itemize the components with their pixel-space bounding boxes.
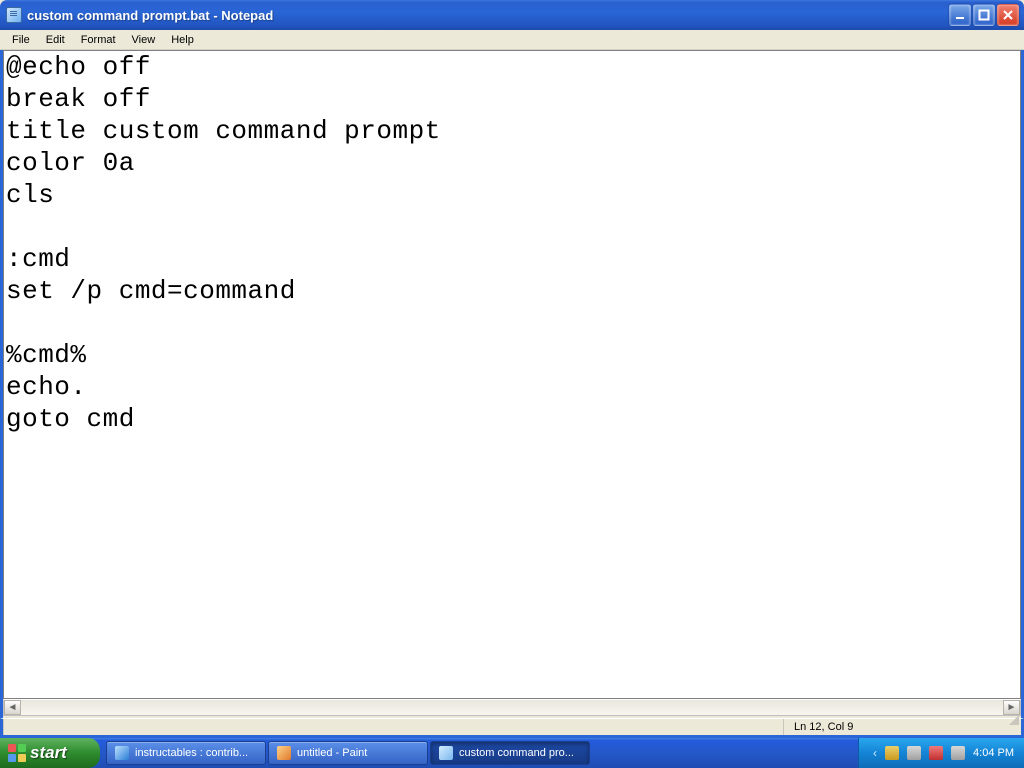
taskbar-item-notepad[interactable]: custom command pro... (430, 741, 590, 765)
minimize-icon (954, 9, 966, 21)
security-shield-icon[interactable] (885, 746, 899, 760)
maximize-icon (978, 9, 990, 21)
window-controls (949, 4, 1019, 26)
statusbar: Ln 12, Col 9 (0, 718, 1024, 738)
window-title: custom command prompt.bat - Notepad (27, 8, 273, 23)
close-button[interactable] (997, 4, 1019, 26)
menu-view[interactable]: View (124, 32, 164, 48)
tray-expand-button[interactable]: ‹ (873, 746, 877, 760)
taskbar-item-paint[interactable]: untitled - Paint (268, 741, 428, 765)
windows-logo-icon (8, 744, 26, 762)
menu-file[interactable]: File (4, 32, 38, 48)
taskbar-item-label: custom command pro... (459, 747, 574, 759)
taskbar-items: instructables : contrib... untitled - Pa… (100, 738, 858, 768)
close-icon (1002, 9, 1014, 21)
notepad-icon (6, 7, 22, 23)
menu-help[interactable]: Help (163, 32, 202, 48)
minimize-button[interactable] (949, 4, 971, 26)
text-editor[interactable]: @echo off break off title custom command… (3, 50, 1021, 699)
taskbar-item-label: untitled - Paint (297, 747, 367, 759)
window-titlebar: custom command prompt.bat - Notepad (0, 0, 1024, 30)
statusbar-pane-left (3, 719, 783, 735)
statusbar-position: Ln 12, Col 9 (783, 719, 1003, 735)
taskbar-clock[interactable]: 4:04 PM (973, 747, 1014, 759)
maximize-button[interactable] (973, 4, 995, 26)
taskbar-item-instructables[interactable]: instructables : contrib... (106, 741, 266, 765)
scroll-left-button[interactable]: ◄ (4, 700, 21, 715)
taskbar-item-label: instructables : contrib... (135, 747, 248, 759)
scroll-right-button[interactable]: ► (1003, 700, 1020, 715)
start-label: start (30, 743, 67, 763)
tray-icon[interactable] (929, 746, 943, 760)
menu-format[interactable]: Format (73, 32, 124, 48)
menu-edit[interactable]: Edit (38, 32, 73, 48)
start-button[interactable]: start (0, 738, 100, 768)
tray-icon[interactable] (951, 746, 965, 760)
editor-container: @echo off break off title custom command… (0, 50, 1024, 718)
menubar: File Edit Format View Help (0, 30, 1024, 50)
scroll-track[interactable] (21, 700, 1003, 715)
tray-icon[interactable] (907, 746, 921, 760)
system-tray: ‹ 4:04 PM (858, 738, 1024, 768)
internet-explorer-icon (115, 746, 129, 760)
horizontal-scrollbar[interactable]: ◄ ► (3, 699, 1021, 716)
notepad-icon (439, 746, 453, 760)
paint-icon (277, 746, 291, 760)
taskbar: start instructables : contrib... untitle… (0, 738, 1024, 768)
